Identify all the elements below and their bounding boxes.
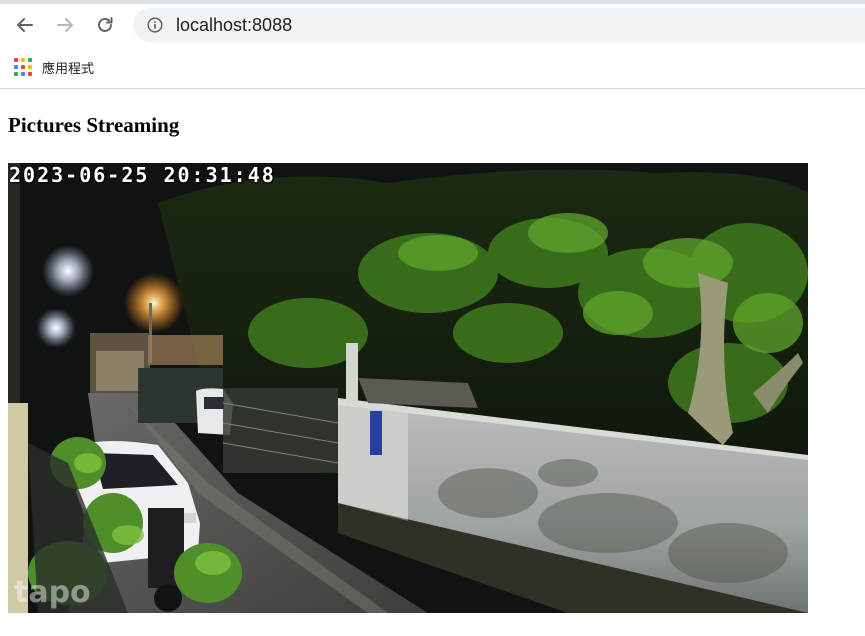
apps-grid-dot bbox=[14, 72, 18, 76]
apps-grid-dot bbox=[28, 65, 32, 69]
stream-image: 2023-06-25 20:31:48 tapo bbox=[8, 163, 808, 613]
bookmark-label: 應用程式 bbox=[42, 61, 95, 77]
apps-grid-dot bbox=[21, 58, 25, 62]
bookmarks-bar: 應用程式 bbox=[0, 52, 865, 82]
apps-grid-dot bbox=[28, 72, 32, 76]
apps-grid-dot bbox=[14, 65, 18, 69]
stream-timestamp: 2023-06-25 20:31:48 bbox=[9, 163, 276, 187]
back-arrow-icon bbox=[17, 18, 33, 32]
reload-icon bbox=[98, 17, 113, 32]
tab-strip-edge bbox=[0, 0, 865, 4]
apps-grid-dot bbox=[28, 58, 32, 62]
forward-button[interactable] bbox=[50, 10, 80, 40]
apps-grid-dot bbox=[21, 72, 25, 76]
address-bar[interactable]: localhost:8088 bbox=[133, 8, 865, 42]
browser-chrome: localhost:8088 應用程式 bbox=[0, 0, 865, 89]
back-button[interactable] bbox=[10, 10, 40, 40]
apps-grid-dot bbox=[14, 58, 18, 62]
forward-arrow-icon bbox=[57, 18, 73, 32]
page-title: Pictures Streaming bbox=[8, 113, 180, 137]
page-content: Pictures Streaming 2023-06-25 20:31:48 t… bbox=[0, 89, 865, 636]
apps-grid-dot bbox=[21, 65, 25, 69]
url-text[interactable]: localhost:8088 bbox=[176, 14, 292, 36]
apps-grid-icon bbox=[14, 58, 32, 76]
bookmark-apps[interactable]: 應用程式 bbox=[14, 55, 94, 79]
reload-button[interactable] bbox=[90, 10, 120, 40]
info-icon[interactable] bbox=[147, 17, 163, 33]
camera-watermark: tapo bbox=[14, 575, 91, 610]
camera-scene bbox=[8, 163, 808, 613]
